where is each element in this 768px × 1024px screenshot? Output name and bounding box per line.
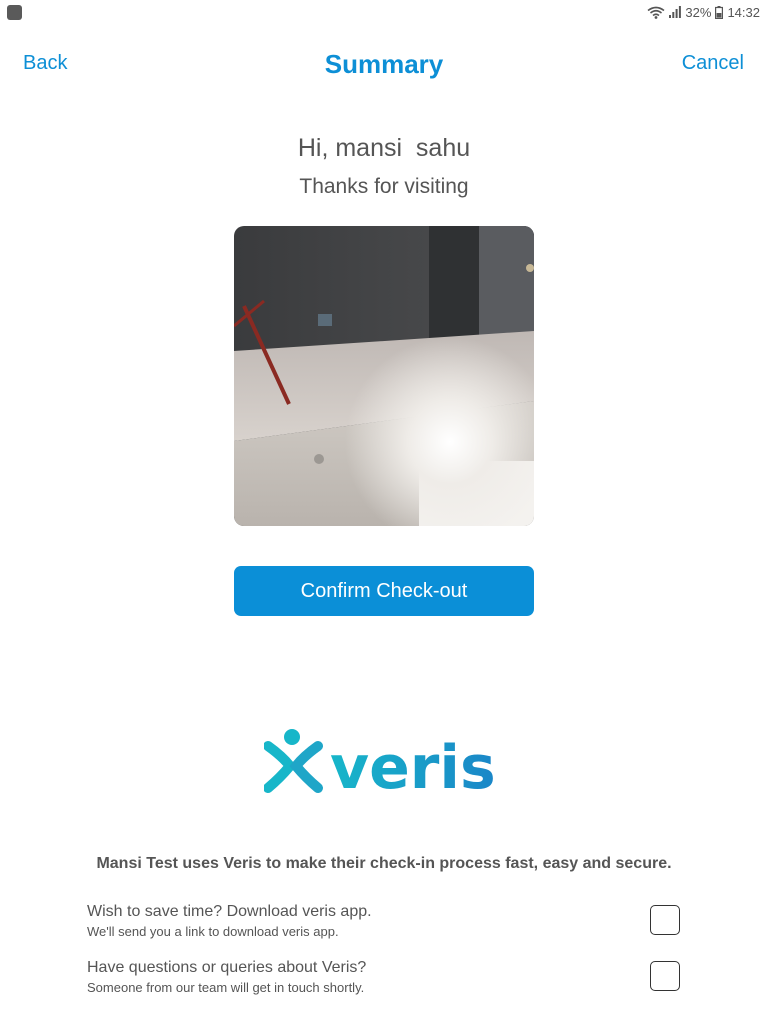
battery-icon [715,5,724,19]
option-title: Wish to save time? Download veris app. [87,903,372,920]
signal-icon [669,6,682,18]
download-app-option: Wish to save time? Download veris app. W… [87,903,687,939]
veris-usage-text: Mansi Test uses Veris to make their chec… [96,855,672,872]
greeting-text: Hi, mansi sahu [297,134,471,162]
summary-screen: 32% 14:32 Back Summary Cancel Hi, mansi … [0,0,768,1024]
veris-wordmark: veris [330,733,496,796]
contact-option: Have questions or queries about Veris? S… [87,959,687,995]
cancel-button[interactable]: Cancel [682,52,744,75]
veris-logo: veris [263,726,504,803]
option-title: Have questions or queries about Veris? [87,959,367,976]
status-bar: 32% 14:32 [0,0,768,24]
download-app-checkbox[interactable] [650,905,680,935]
thanks-text: Thanks for visiting [299,175,469,198]
wifi-icon [647,6,665,19]
contact-checkbox[interactable] [650,961,680,991]
visitor-photo [234,226,534,526]
confirm-checkout-button[interactable]: Confirm Check-out [234,566,534,616]
app-notification-icon [7,5,22,20]
page-title: Summary [324,49,444,79]
status-indicators: 32% 14:32 [647,4,760,20]
battery-percent: 32% [685,4,712,20]
option-subtitle: Someone from our team will get in touch … [87,980,365,995]
option-subtitle: We'll send you a link to download veris … [87,924,339,939]
clock: 14:32 [727,4,760,20]
